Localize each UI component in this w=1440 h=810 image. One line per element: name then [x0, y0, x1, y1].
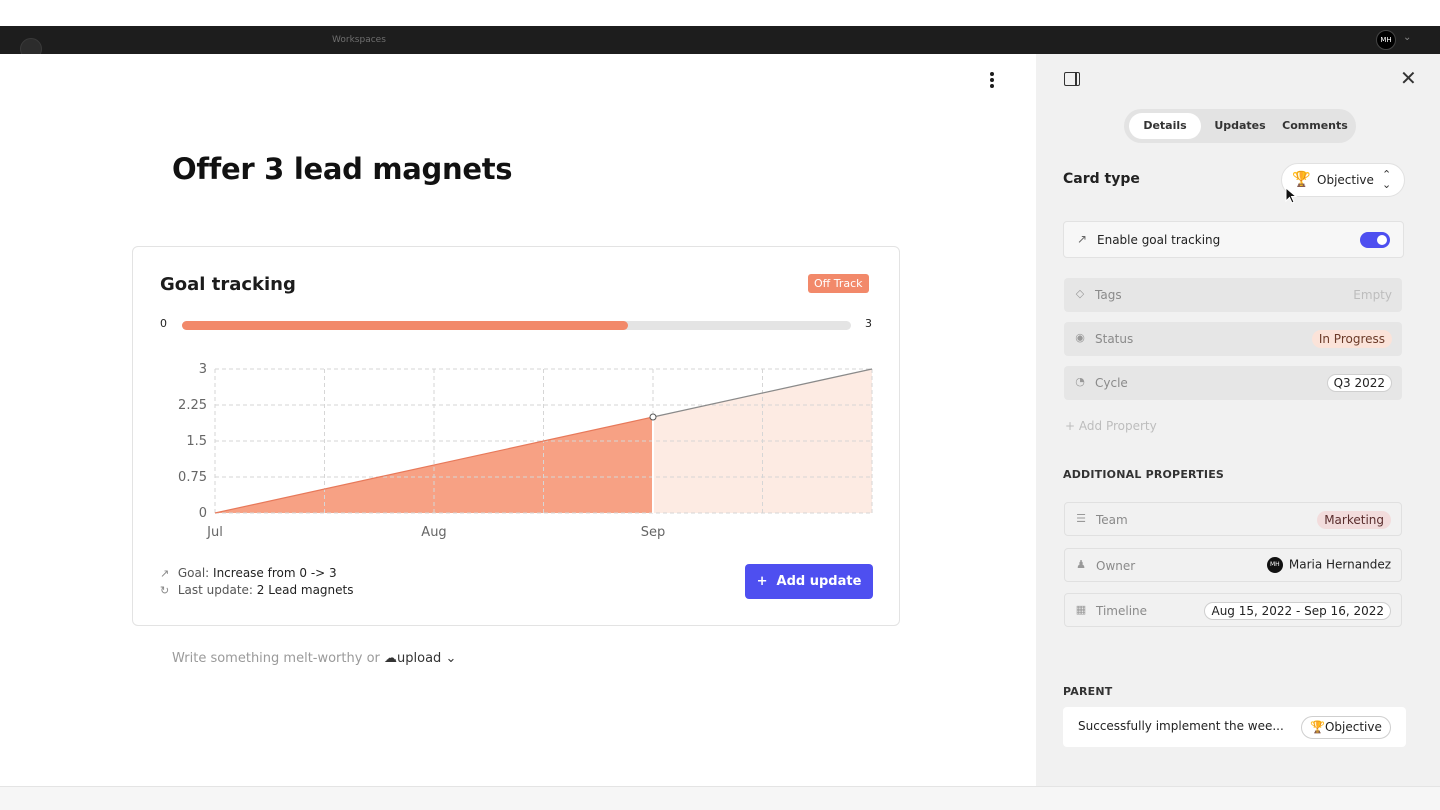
property-label: Timeline: [1096, 604, 1148, 618]
upload-link[interactable]: upload: [397, 651, 441, 666]
team-pill: Marketing: [1317, 511, 1391, 529]
x-tick-label: Jul: [206, 525, 223, 540]
cycle-pill: Q3 2022: [1326, 374, 1392, 392]
additional-properties-heading: ADDITIONAL PROPERTIES: [1063, 468, 1225, 481]
page-title[interactable]: Offer 3 lead magnets: [172, 152, 513, 186]
property-label: Owner: [1096, 559, 1136, 573]
owner-value: MH Maria Hernandez: [1266, 557, 1391, 573]
chevron-updown-icon: ⌃ ⌄: [1382, 168, 1392, 191]
bottom-strip: [0, 786, 1440, 810]
status-pill: In Progress: [1311, 330, 1392, 348]
y-tick-label: 3: [199, 362, 207, 377]
parent-type-pill[interactable]: 🏆Objective: [1301, 716, 1391, 739]
calendar-icon: ▦: [1075, 603, 1087, 616]
property-cycle[interactable]: ◔ Cycle Q3 2022: [1064, 366, 1402, 400]
goal-chart: 3 2.25 1.5 0.75 0 Jul Aug Sep: [178, 362, 873, 540]
more-options-icon[interactable]: [982, 70, 1002, 92]
goal-tracking-toggle-label: Enable goal tracking: [1097, 233, 1221, 247]
y-tick-label: 0: [199, 506, 207, 521]
property-team[interactable]: ☰ Team Marketing: [1064, 502, 1402, 536]
add-update-button[interactable]: + Add update: [745, 564, 873, 599]
trophy-icon: 🏆: [1292, 170, 1311, 188]
status-circle-icon: ◉: [1075, 331, 1085, 344]
parent-type-label: Objective: [1324, 720, 1382, 734]
tab-updates[interactable]: Updates: [1204, 113, 1276, 139]
last-update-label: Last update:: [177, 583, 253, 597]
property-status[interactable]: ◉ Status In Progress: [1064, 322, 1402, 356]
refresh-icon: ↻: [160, 584, 170, 597]
x-tick-label: Aug: [421, 525, 446, 540]
parent-title: Successfully implement the wee...: [1078, 719, 1284, 733]
y-tick-label: 1.5: [186, 434, 207, 449]
mouse-cursor: [1285, 187, 1297, 204]
property-label: Cycle: [1095, 376, 1128, 390]
property-owner[interactable]: ♟ Owner MH Maria Hernandez: [1064, 548, 1402, 582]
panel-tabs: Details Updates Comments: [1124, 109, 1356, 143]
property-label: Tags: [1095, 288, 1122, 302]
owner-avatar: MH: [1266, 557, 1283, 573]
goal-label: Goal:: [177, 566, 210, 580]
tab-comments[interactable]: Comments: [1277, 113, 1353, 139]
add-property-button[interactable]: + Add Property: [1065, 419, 1157, 433]
sidebar-toggle-icon[interactable]: [1064, 72, 1080, 86]
chart-line-icon: ↗: [160, 567, 170, 580]
list-icon: ☰: [1076, 512, 1086, 525]
app-bar: Workspaces MH ⌄: [0, 26, 1440, 60]
tab-details[interactable]: Details: [1129, 113, 1201, 139]
goal-tracking-card: Goal tracking Off Track 0 3 3 2.25 1.5 0.75…: [132, 246, 900, 626]
cycle-icon: ◔: [1075, 375, 1085, 388]
add-property-label: Add Property: [1078, 419, 1157, 433]
close-icon[interactable]: ✕: [1400, 66, 1417, 90]
compose-area[interactable]: Write something melt-worthy or ☁upload ⌄: [172, 651, 456, 666]
compose-placeholder: Write something melt-worthy or: [172, 651, 380, 666]
upload-cloud-icon[interactable]: ☁: [384, 651, 397, 666]
chart-line-icon: ↗: [1077, 232, 1088, 246]
property-tags[interactable]: ◇ Tags Empty: [1064, 278, 1402, 312]
users-icon: ♟: [1076, 558, 1086, 571]
property-label: Team: [1096, 513, 1128, 527]
goal-tracking-switch[interactable]: [1360, 232, 1390, 248]
chevron-down-icon[interactable]: ⌄: [445, 651, 456, 666]
parent-card[interactable]: Successfully implement the wee... 🏆Objec…: [1063, 707, 1406, 747]
goal-meta: ↗ Goal: Increase from 0 -> 3 ↻ Last upda…: [160, 565, 354, 599]
owner-name: Maria Hernandez: [1288, 557, 1391, 572]
property-label: Status: [1095, 332, 1134, 346]
tag-icon: ◇: [1075, 287, 1085, 300]
plus-icon: +: [1065, 419, 1076, 433]
chevron-down-icon[interactable]: ⌄: [1403, 32, 1411, 43]
user-avatar[interactable]: MH: [1376, 30, 1396, 50]
x-tick-label: Sep: [641, 525, 666, 540]
top-strip: [0, 0, 1440, 26]
add-update-label: Add update: [776, 574, 862, 589]
timeline-pill: Aug 15, 2022 - Sep 16, 2022: [1204, 602, 1391, 620]
goal-value: Increase from 0 -> 3: [213, 566, 337, 580]
trophy-icon: 🏆: [1310, 720, 1325, 734]
property-value: Empty: [1353, 288, 1392, 302]
y-tick-label: 0.75: [178, 470, 207, 485]
property-timeline[interactable]: ▦ Timeline Aug 15, 2022 - Sep 16, 2022: [1064, 593, 1402, 627]
card-type-label: Card type: [1063, 171, 1140, 187]
card-type-value: Objective: [1317, 173, 1374, 187]
parent-heading: PARENT: [1063, 685, 1113, 698]
goal-tracking-toggle-row[interactable]: ↗ Enable goal tracking: [1063, 221, 1404, 258]
plus-icon: +: [756, 574, 768, 589]
card-type-select[interactable]: 🏆 Objective ⌃ ⌄: [1281, 163, 1405, 197]
workspace-label[interactable]: Workspaces: [332, 35, 386, 45]
last-update-value: 2 Lead magnets: [256, 583, 354, 597]
y-tick-label: 2.25: [178, 398, 207, 413]
current-point: [649, 413, 657, 421]
